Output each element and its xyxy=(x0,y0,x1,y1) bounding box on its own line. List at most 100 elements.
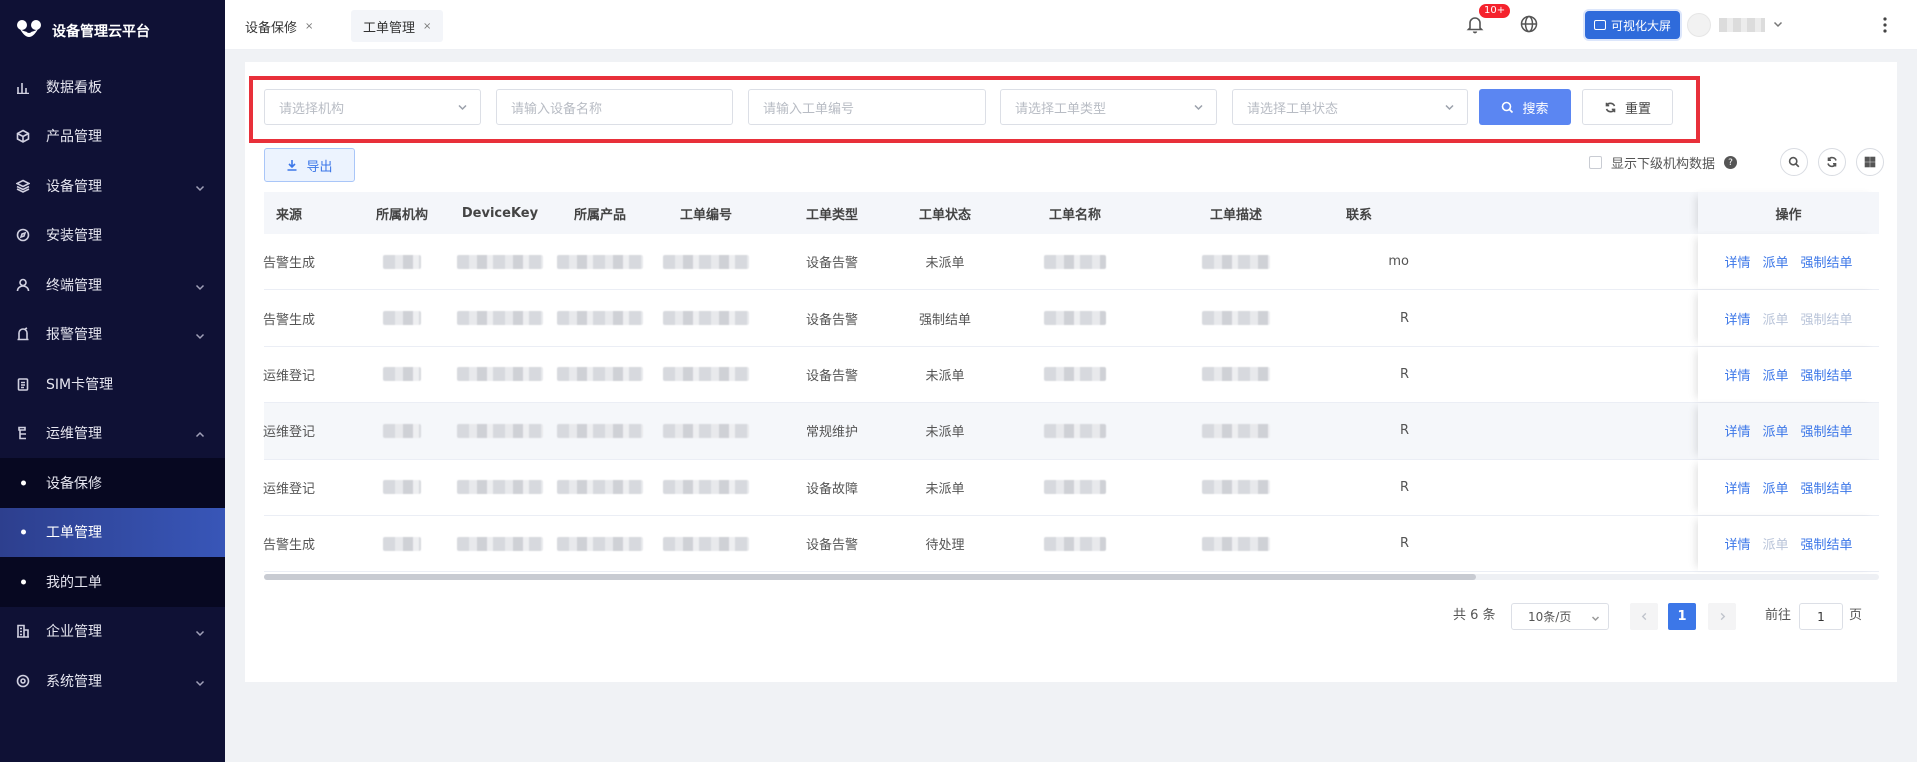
cell-redacted xyxy=(1176,460,1296,515)
user-menu[interactable] xyxy=(1687,13,1783,37)
search-button[interactable]: 搜索 xyxy=(1479,89,1571,125)
sidebar-item-label: 运维管理 xyxy=(46,426,102,443)
show-sub-org-checkbox[interactable]: 显示下级机构数据 ? xyxy=(1589,153,1738,172)
monitor-icon xyxy=(1594,20,1606,30)
force-close-link[interactable]: 强制结单 xyxy=(1801,421,1853,440)
chevron-down-icon xyxy=(1193,102,1204,113)
chevron-down-icon xyxy=(1444,102,1455,113)
prev-page-button[interactable] xyxy=(1630,603,1658,630)
force-close-link[interactable]: 强制结单 xyxy=(1801,252,1853,271)
sidebar-item-cube[interactable]: 产品管理 xyxy=(0,112,225,162)
tab-label: 设备保修 xyxy=(245,20,298,36)
table-row[interactable]: 告警生成 设备告警 待处理 R 详情 派单 强制结单 xyxy=(263,515,1879,573)
detail-link[interactable]: 详情 xyxy=(1724,478,1750,497)
tools-icon xyxy=(16,426,30,440)
table-row[interactable]: 告警生成 设备告警 未派单 mo 详情 派单 强制结单 xyxy=(263,234,1879,291)
next-page-button[interactable] xyxy=(1708,603,1736,630)
sidebar-item-label: 企业管理 xyxy=(46,624,102,641)
sidebar-item-tools[interactable]: 运维管理 xyxy=(0,409,225,459)
device-name-input[interactable]: 请输入设备名称 xyxy=(496,89,733,125)
sidebar-item-label: 设备管理 xyxy=(46,178,102,195)
chevron-down-icon xyxy=(195,181,205,191)
sidebar-subitem[interactable]: 设备保修 xyxy=(0,458,225,508)
sidebar-subitem[interactable]: 工单管理 xyxy=(0,507,225,557)
sidebar-item-clipboard[interactable]: SIM卡管理 xyxy=(0,359,225,409)
column-header: 工单编号 xyxy=(679,207,732,223)
table-row[interactable]: 运维登记 设备告警 未派单 R 详情 派单 强制结单 xyxy=(263,346,1879,404)
sidebar-item-user[interactable]: 终端管理 xyxy=(0,260,225,310)
detail-link[interactable]: 详情 xyxy=(1724,534,1750,553)
checkbox[interactable] xyxy=(1589,156,1602,169)
sidebar-item-compass[interactable]: 安装管理 xyxy=(0,211,225,261)
app-title: 设备管理云平台 xyxy=(52,24,150,40)
force-close-link[interactable]: 强制结单 xyxy=(1801,534,1853,553)
horizontal-scrollbar[interactable] xyxy=(264,574,1879,580)
detail-link[interactable]: 详情 xyxy=(1724,421,1750,440)
sidebar-item-bar-chart[interactable]: 数据看板 xyxy=(0,62,225,112)
logo-icon xyxy=(16,19,42,43)
order-number-input[interactable]: 请输入工单编号 xyxy=(748,89,986,125)
sidebar-item-alarm[interactable]: 报警管理 xyxy=(0,310,225,360)
detail-link[interactable]: 详情 xyxy=(1724,252,1750,271)
chevron-down-icon xyxy=(195,280,205,290)
order-status-select[interactable]: 请选择工单状态 xyxy=(1232,89,1468,125)
column-header: 来源 xyxy=(275,207,302,223)
more-vertical-icon[interactable] xyxy=(1875,15,1895,35)
page-number-current[interactable]: 1 xyxy=(1668,603,1696,630)
user-icon xyxy=(16,278,30,292)
dispatch-link[interactable]: 派单 xyxy=(1762,252,1788,271)
cell-actions: 详情 派单 强制结单 xyxy=(1698,515,1879,572)
table-row[interactable]: 运维登记 常规维护 未派单 R 详情 派单 强制结单 xyxy=(263,403,1879,460)
force-close-link[interactable]: 强制结单 xyxy=(1801,365,1853,384)
visual-screen-button[interactable]: 可视化大屏 xyxy=(1585,11,1681,39)
help-icon[interactable]: ? xyxy=(1724,156,1738,169)
reset-button[interactable]: 重置 xyxy=(1582,89,1673,125)
notification-badge: 10+ xyxy=(1479,4,1511,18)
column-header-actions: 操作 xyxy=(1698,192,1879,234)
cell-redacted xyxy=(1176,234,1296,289)
dispatch-link[interactable]: 派单 xyxy=(1762,365,1788,384)
cell-actions: 详情 派单 强制结单 xyxy=(1698,234,1879,290)
app-logo[interactable]: 设备管理云平台 xyxy=(0,0,225,62)
org-select[interactable]: 请选择机构 xyxy=(264,89,481,125)
cell-redacted xyxy=(646,460,766,515)
detail-link[interactable]: 详情 xyxy=(1724,309,1750,328)
table-row[interactable]: 运维登记 设备故障 未派单 R 详情 派单 强制结单 xyxy=(263,459,1879,516)
column-header: 工单类型 xyxy=(805,207,858,223)
cell-source: 运维登记 xyxy=(262,368,315,384)
cell-redacted xyxy=(540,290,660,345)
tab-close-icon[interactable]: × xyxy=(423,21,431,32)
order-type-select[interactable]: 请选择工单类型 xyxy=(1000,89,1217,125)
cell-order-status: 强制结单 xyxy=(918,312,971,328)
dispatch-link[interactable]: 派单 xyxy=(1762,478,1788,497)
table-refresh-button[interactable] xyxy=(1818,148,1846,176)
sidebar-item-settings[interactable]: 系统管理 xyxy=(0,656,225,706)
sidebar-item-label: 报警管理 xyxy=(46,327,102,344)
cell-redacted xyxy=(1015,290,1135,345)
chevron-down-icon xyxy=(457,102,468,113)
globe-icon[interactable] xyxy=(1519,14,1539,34)
sidebar-item-layers[interactable]: 设备管理 xyxy=(0,161,225,211)
table-row[interactable]: 告警生成 设备告警 强制结单 R 详情 派单 强制结单 xyxy=(263,290,1879,347)
column-header: 联系 xyxy=(1345,207,1372,223)
tab-close-icon[interactable]: × xyxy=(305,21,313,32)
dispatch-link[interactable]: 派单 xyxy=(1762,421,1788,440)
column-settings-button[interactable] xyxy=(1856,148,1884,176)
tab-device-warranty[interactable]: 设备保修 × xyxy=(233,10,325,42)
sidebar-item-building[interactable]: 企业管理 xyxy=(0,607,225,657)
export-button[interactable]: 导出 xyxy=(264,148,355,182)
cell-order-type: 设备告警 xyxy=(805,368,858,384)
force-close-link[interactable]: 强制结单 xyxy=(1801,478,1853,497)
sidebar-subitem[interactable]: 我的工单 xyxy=(0,557,225,607)
cell-redacted xyxy=(646,403,766,458)
goto-page-input[interactable]: 1 xyxy=(1799,603,1843,630)
table-search-button[interactable] xyxy=(1780,148,1808,176)
scrollbar-thumb[interactable] xyxy=(264,574,1476,580)
cell-order-status: 未派单 xyxy=(925,368,965,384)
detail-link[interactable]: 详情 xyxy=(1724,365,1750,384)
tab-work-order[interactable]: 工单管理 × xyxy=(351,10,444,42)
cell-redacted xyxy=(1176,403,1296,458)
page-size-select[interactable]: 10条/页 xyxy=(1511,603,1609,630)
cell-source: 告警生成 xyxy=(262,312,315,328)
work-order-table: 来源 所属机构 DeviceKey 所属产品 工单编号 工单类型 工单状态 工单名称 工单描述联… xyxy=(263,192,1879,573)
